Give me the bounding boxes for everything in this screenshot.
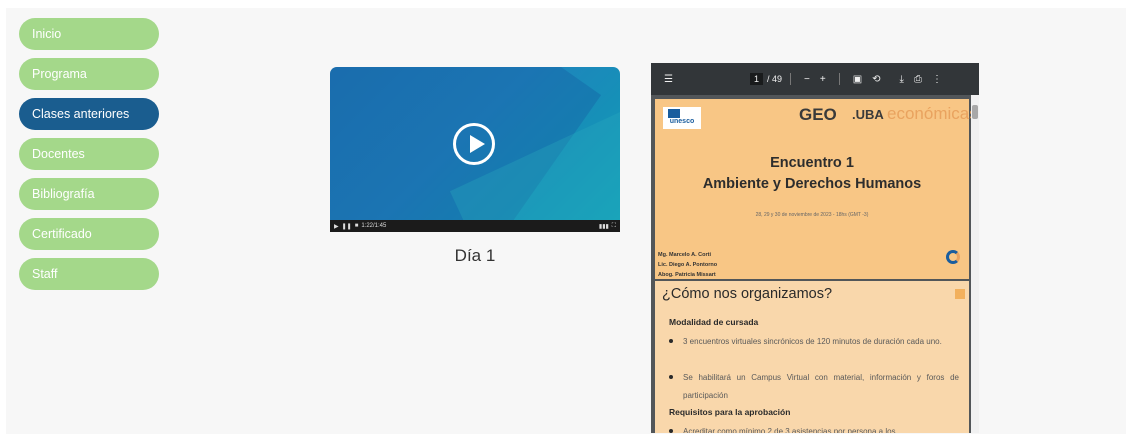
pdf-toolbar: ☰ 1 / 49 − + ▣ ⟲ ⤓ ⎙ ⋮: [651, 63, 979, 95]
section-title: Requisitos para la aprobación: [669, 407, 791, 417]
pdf-page-1: unesco GEO .UBA económicas Encuentro 1 A…: [655, 99, 978, 279]
pdf-scrollbar[interactable]: [971, 95, 979, 433]
video-time: 1:22/1:45: [361, 223, 387, 229]
nav-docentes-button[interactable]: Docentes: [19, 138, 159, 170]
economicas-logo: económicas: [887, 104, 978, 123]
unesco-logo: unesco: [663, 107, 701, 129]
menu-icon[interactable]: ☰: [664, 74, 673, 85]
fit-page-icon[interactable]: ▣: [853, 74, 862, 85]
geo-logo: GEO: [799, 105, 837, 124]
bullet-item: Se habilitará un Campus Virtual con mate…: [669, 369, 959, 405]
bullet-item: 3 encuentros virtuales sincrónicos de 12…: [669, 333, 959, 351]
zoom-in-icon[interactable]: +: [820, 74, 826, 85]
video-player[interactable]: ▶ ❚❚ ■ 1:22/1:45 ▮▮▮ ⛶: [330, 67, 620, 232]
slide-dates: 28, 29 y 30 de noviembre de 2023 - 18hs …: [755, 212, 869, 218]
section-title: Modalidad de cursada: [669, 317, 759, 327]
video-title: Día 1: [454, 246, 496, 265]
author: Abog. Patricia Missart: [658, 272, 716, 278]
play-control-icon[interactable]: ▶: [334, 223, 339, 230]
nav-clases-anteriores-button[interactable]: Clases anteriores: [19, 98, 159, 130]
nav-staff-button[interactable]: Staff: [19, 258, 159, 290]
author: Lic. Diego A. Pontorno: [658, 262, 718, 268]
page-number-input[interactable]: 1: [749, 73, 763, 85]
page-total: / 49: [766, 74, 782, 84]
nav-certificado-button[interactable]: Certificado: [19, 218, 159, 250]
circle-logo-icon: [946, 250, 960, 264]
scrollbar-thumb[interactable]: [972, 105, 978, 119]
slide-subtitle: Ambiente y Derechos Humanos: [702, 176, 922, 192]
slide-title: Encuentro 1: [770, 155, 854, 171]
author: Mg. Marcelo A. Corti: [658, 252, 711, 258]
pause-control-icon[interactable]: ❚❚: [342, 223, 352, 230]
pdf-page-2: ¿Cómo nos organizamos? Modalidad de curs…: [655, 281, 969, 433]
uba-logo: .UBA: [852, 107, 884, 122]
video-controls: ▶ ❚❚ ■ 1:22/1:45 ▮▮▮ ⛶: [330, 220, 620, 232]
bullet-item: Acreditar como mínimo 2 de 3 asistencias…: [669, 423, 959, 433]
print-icon[interactable]: ⎙: [914, 74, 922, 85]
stop-control-icon[interactable]: ■: [355, 223, 359, 229]
corner-decoration: [955, 289, 965, 299]
download-icon[interactable]: ⤓: [900, 74, 904, 85]
zoom-out-icon[interactable]: −: [804, 74, 810, 85]
nav-inicio-button[interactable]: Inicio: [19, 18, 159, 50]
more-options-icon[interactable]: ⋮: [932, 74, 942, 85]
play-icon[interactable]: [453, 123, 495, 165]
nav-programa-button[interactable]: Programa: [19, 58, 159, 90]
fullscreen-icon[interactable]: ⛶: [612, 223, 616, 230]
slide-heading: ¿Cómo nos organizamos?: [662, 286, 833, 302]
rotate-icon[interactable]: ⟲: [872, 74, 880, 85]
volume-icon[interactable]: ▮▮▮: [599, 223, 609, 230]
page-background: Inicio Programa Clases anteriores Docent…: [6, 8, 1126, 434]
pdf-viewer[interactable]: ☰ 1 / 49 − + ▣ ⟲ ⤓ ⎙ ⋮ unesco GEO .UBA e…: [651, 63, 979, 433]
sidebar-nav: Inicio Programa Clases anteriores Docent…: [19, 18, 159, 298]
nav-bibliografia-button[interactable]: Bibliografía: [19, 178, 159, 210]
